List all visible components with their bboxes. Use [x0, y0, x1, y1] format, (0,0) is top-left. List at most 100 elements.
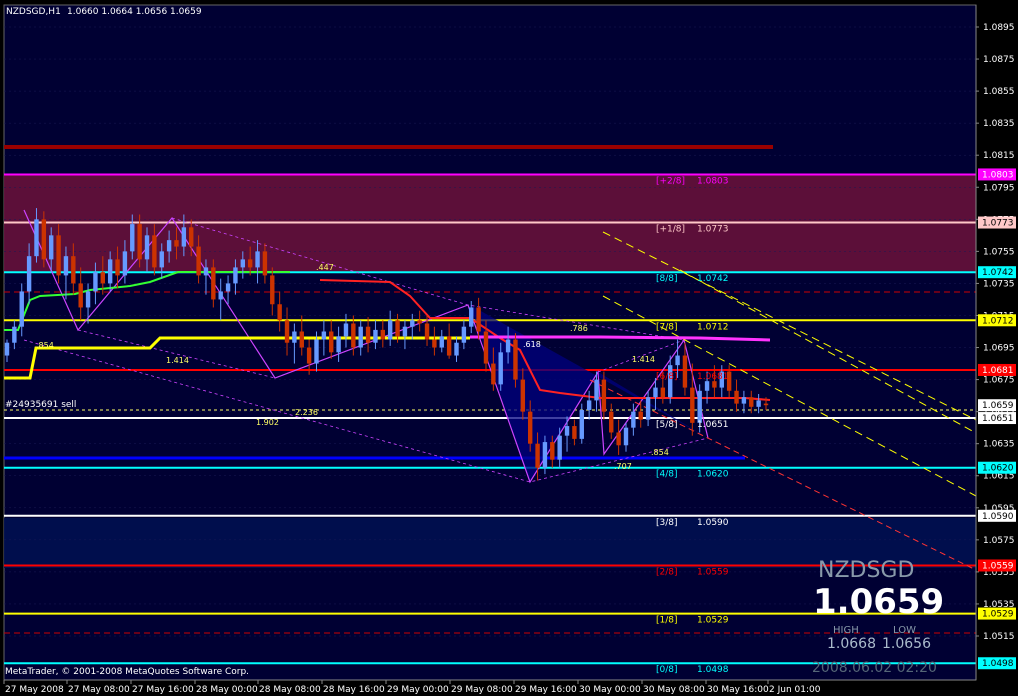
murrey-label: [0/8]	[656, 665, 678, 675]
candle-body	[196, 246, 201, 276]
murrey-value: 1.0498	[697, 665, 729, 675]
candle-body	[395, 320, 400, 337]
fib-ratio-label: .786	[570, 324, 588, 333]
candle-body	[557, 435, 562, 460]
price-tick-label: 1.0875	[983, 55, 1015, 65]
watermark-price: 1.0659	[813, 582, 944, 622]
price-tick-label: 1.0695	[983, 344, 1015, 354]
price-tick-label: 1.0795	[983, 183, 1015, 193]
candle-body	[491, 363, 496, 385]
time-tick-label: 29 May 00:00	[387, 685, 449, 695]
price-tick-label: 1.0515	[983, 632, 1015, 642]
candle-body	[697, 390, 702, 423]
candle-body	[144, 235, 150, 260]
candle-body	[56, 235, 61, 276]
candle-body	[122, 251, 128, 276]
time-tick-label: 30 May 08:00	[643, 685, 705, 695]
price-tick-label: 1.0815	[983, 151, 1015, 161]
candle-body	[387, 320, 393, 340]
murrey-value: 1.0590	[697, 518, 729, 528]
time-tick-label: 2 Jun 01:00	[769, 685, 821, 695]
murrey-value: 1.0559	[697, 567, 729, 577]
candle-body	[115, 259, 120, 276]
candle-body	[572, 426, 577, 439]
candle-body	[645, 397, 651, 420]
watermark-low-label: LOW	[893, 625, 916, 636]
price-tag: 1.0659	[982, 401, 1014, 411]
candle-body	[365, 326, 371, 343]
metatrader-chart-window[interactable]: .854 1.414 .447 .786 .618 1.414 2.236 1.902 .707…	[0, 0, 1018, 696]
price-tick-label: 1.0635	[983, 440, 1015, 450]
time-tick-label: 28 May 08:00	[259, 685, 321, 695]
price-tag: 1.0651	[982, 414, 1014, 424]
candle-body	[211, 267, 216, 300]
candle-body	[631, 411, 636, 428]
time-tick-label: 27 May 08:00	[68, 685, 130, 695]
candle-body	[609, 411, 614, 433]
candle-body	[483, 331, 489, 364]
candle-body	[262, 251, 268, 276]
time-tick-label: 30 May 00:00	[579, 685, 641, 695]
candle-body	[49, 235, 54, 260]
price-tag: 1.0620	[982, 464, 1014, 474]
candle-body	[12, 326, 17, 343]
watermark-datetime: 2008.06.02 02:20	[812, 660, 937, 676]
candle-body	[26, 256, 32, 292]
price-tick-label: 1.0755	[983, 247, 1015, 257]
candle-body	[321, 331, 327, 340]
time-tick-label: 30 May 16:00	[707, 685, 769, 695]
candle-body	[756, 400, 761, 407]
candle-body	[284, 320, 290, 343]
candle-body	[550, 442, 555, 460]
murrey-value: 1.0712	[697, 322, 729, 332]
order-label[interactable]: #24935691 sell	[5, 400, 76, 410]
murrey-value: 1.0620	[697, 470, 729, 480]
price-tick-label: 1.0735	[983, 279, 1015, 289]
candle-body	[343, 323, 349, 337]
candle-body	[189, 227, 194, 247]
candle-body	[682, 355, 688, 388]
candle-body	[505, 339, 511, 353]
murrey-value: 1.0742	[697, 274, 729, 284]
candle-body	[277, 304, 282, 321]
candle-body	[749, 397, 754, 407]
candle-body	[41, 219, 47, 260]
fib-ratio-label: .854	[36, 341, 54, 350]
candle-body	[638, 411, 643, 420]
price-tick-label: 1.0835	[983, 119, 1015, 129]
candle-body	[4, 342, 10, 356]
candle-body	[306, 347, 312, 364]
candle-body	[417, 320, 422, 324]
candle-body	[203, 267, 209, 276]
murrey-label: [+2/8]	[656, 176, 685, 186]
murrey-value: 1.0773	[697, 225, 729, 235]
candle-body	[34, 219, 39, 257]
candle-body	[71, 256, 76, 284]
candle-body	[527, 411, 533, 444]
candle-body	[476, 307, 481, 332]
murrey-value: 1.0803	[697, 176, 729, 186]
murrey-value: 1.0529	[697, 616, 729, 626]
candle-body	[19, 291, 24, 327]
candle-body	[542, 442, 548, 468]
candle-body	[85, 291, 91, 308]
candle-body	[469, 307, 474, 327]
time-tick-label: 27 May 2008	[5, 685, 64, 695]
candle-body	[498, 352, 503, 385]
murrey-label: [8/8]	[656, 274, 678, 284]
candle-body	[623, 427, 629, 446]
candle-body	[454, 342, 459, 356]
candle-body	[336, 336, 341, 353]
price-tick-label: 1.0895	[983, 23, 1015, 33]
candle-body	[218, 291, 223, 300]
watermark-high: 1.0668	[827, 636, 876, 652]
candle-body	[255, 251, 260, 268]
price-tag: 1.0742	[982, 268, 1014, 278]
watermark-low: 1.0656	[882, 636, 931, 652]
candle-body	[358, 326, 363, 348]
candle-body	[78, 283, 83, 308]
candle-body	[446, 336, 452, 356]
candle-body	[704, 381, 710, 391]
price-chart[interactable]: .854 1.414 .447 .786 .618 1.414 2.236 1.902 .707…	[0, 0, 1018, 696]
candle-body	[181, 227, 187, 247]
